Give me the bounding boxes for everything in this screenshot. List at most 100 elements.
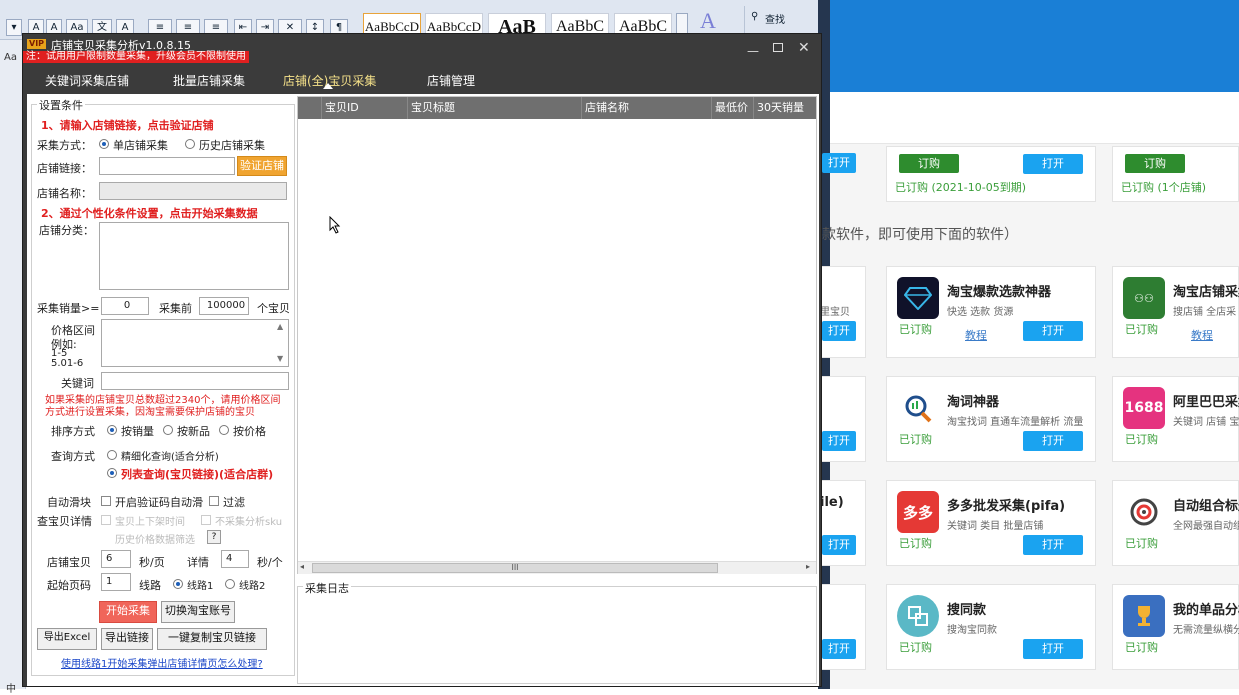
open-button[interactable]: 打开 [1023,431,1083,451]
store-card-taobao-explosive[interactable]: 淘宝爆款选款神器 快选 选款 货源 已订购 教程 打开 [886,266,1096,358]
open-button[interactable]: 打开 [1023,639,1083,659]
mode-single-radio[interactable] [99,139,109,149]
warning-line-2: 方式进行设置采集，因淘宝需要保护店铺的宝贝 [45,407,255,418]
store-card-partial-1: 里宝贝 打开 [818,266,866,358]
open-button[interactable]: 打开 [1023,154,1083,174]
store-header [830,92,1239,144]
switch-account-button[interactable]: 切换淘宝账号 [161,601,235,623]
price-range-input[interactable] [101,319,289,367]
shop-category-list[interactable] [99,222,289,290]
close-icon[interactable]: ✕ [798,40,810,56]
store-card-alibaba[interactable]: 1688 阿里巴巴采集 关键词 店铺 宝 已订购 [1112,376,1239,462]
change-styles-icon[interactable]: A [700,8,716,34]
scroll-down-icon[interactable]: ▼ [277,354,283,363]
tutorial-link[interactable]: 教程 [965,327,987,343]
help-link[interactable]: 使用线路1开始采集弹出店铺详情页怎么处理? [61,655,263,670]
order-button[interactable]: 订购 [1125,154,1185,173]
scroll-up-icon[interactable]: ▲ [277,322,283,331]
col-shop-name[interactable]: 店铺名称 [582,97,712,119]
owned-status: 已订购 [1125,323,1158,336]
store-card-ordered-1: 订购 打开 已订购 (2021-10-05到期) [886,146,1096,202]
col-item-title[interactable]: 宝贝标题 [408,97,582,119]
store-card-auto-title[interactable]: 自动组合标题 全网最强自动组 已订购 [1112,480,1239,566]
horizontal-scrollbar[interactable]: ◂ III ▸ [298,561,816,574]
mode-single-label: 单店铺采集 [113,139,168,152]
auto-captcha-checkbox[interactable] [101,496,111,506]
open-button-partial[interactable]: 打开 [822,153,856,173]
detail-interval-input[interactable]: 4 [221,550,249,568]
title-bar[interactable]: VIP 店铺宝贝采集分析v1.0.8.15 注：试用用户限制数量采集，升级会员不… [23,34,821,68]
tab-shop-manage[interactable]: 店铺管理 [427,72,475,89]
tab-batch-collect[interactable]: 批量店铺采集 [173,72,245,89]
shop-interval-label: 店铺宝贝 [47,556,91,569]
card-title: 淘词神器 [947,395,1000,410]
open-button[interactable]: 打开 [1023,535,1083,555]
copy-links-button[interactable]: 一键复制宝贝链接 [157,628,267,650]
mode-history-label: 历史店铺采集 [199,139,265,152]
sort-new-radio[interactable] [163,425,173,435]
shop-interval-input[interactable]: 6 [101,550,131,568]
verify-shop-button[interactable]: 验证店铺 [237,156,287,176]
col-30day-sales[interactable]: 30天销量 [754,97,816,119]
dropdown-arrow-icon[interactable]: ▾ [6,19,22,36]
shop-link-input[interactable] [99,157,235,175]
store-card-ordered-2: 订购 已订购 (1个店铺) [1112,146,1239,202]
scroll-left-icon[interactable]: ◂ [300,562,304,571]
open-button[interactable]: 打开 [822,639,856,659]
order-button[interactable]: 订购 [899,154,959,173]
tab-keyword-collect[interactable]: 关键词采集店铺 [45,72,129,89]
line2-label: 线路2 [239,581,266,592]
maximize-icon[interactable] [773,43,783,52]
keyword-input[interactable] [101,372,289,390]
vip-badge: VIP [27,39,47,49]
filter-checkbox[interactable] [209,496,219,506]
word-status-lang: 中 [6,684,16,695]
export-link-button[interactable]: 导出链接 [101,628,153,650]
store-card-item-analysis[interactable]: 我的单品分析 无需流量纵横分 已订购 [1112,584,1239,670]
shelf-time-checkbox[interactable] [101,515,111,525]
find-button[interactable]: 查找 [765,11,785,26]
card-sub: 无需流量纵横分 [1173,625,1239,636]
trophy-icon [1123,595,1165,637]
sort-sales-radio[interactable] [107,425,117,435]
start-page-input[interactable]: 1 [101,573,131,591]
line1-label: 线路1 [187,581,214,592]
start-collect-button[interactable]: 开始采集 [99,601,157,623]
duoduo-icon: 多多 [897,491,939,533]
store-card-duoduo[interactable]: 多多 多多批发采集(pifa) 关键词 类目 批量店铺 已订购 打开 [886,480,1096,566]
sort-price-radio[interactable] [219,425,229,435]
detail-interval-unit: 秒/个 [257,556,283,569]
top-unit: 个宝贝 [257,302,290,315]
export-excel-button[interactable]: 导出Excel [37,628,97,650]
card-title: 自动组合标题 [1173,499,1239,514]
line1-radio[interactable] [173,579,183,589]
tutorial-link[interactable]: 教程 [1191,327,1213,343]
scroll-thumb[interactable]: III [312,563,718,573]
find-icon[interactable]: ⚲ [751,11,758,22]
col-min-price[interactable]: 最低价 [712,97,754,119]
store-card-taoci[interactable]: 淘词神器 淘宝找词 直通车流量解析 流量 已订购 打开 [886,376,1096,462]
history-help-button[interactable]: ? [207,530,221,544]
min-sales-input[interactable]: 0 [101,297,149,315]
card-title: 多多批发采集(pifa) [947,499,1066,514]
open-button[interactable]: 打开 [822,321,856,341]
minimize-icon[interactable]: — [747,44,759,58]
skip-sku-checkbox[interactable] [201,515,211,525]
desktop-background [830,0,1239,92]
auto-slider-label: 自动滑块 [47,496,91,509]
query-list-radio[interactable] [107,468,117,478]
sort-label: 排序方式 [51,425,95,438]
open-button[interactable]: 打开 [822,535,856,555]
mode-history-radio[interactable] [185,139,195,149]
open-button[interactable]: 打开 [1023,321,1083,341]
store-card-same-item[interactable]: 搜同款 搜淘宝同款 已订购 打开 [886,584,1096,670]
col-item-id[interactable]: 宝贝ID [322,97,408,119]
scroll-right-icon[interactable]: ▸ [806,562,810,571]
open-button[interactable]: 打开 [822,431,856,451]
line2-radio[interactable] [225,579,235,589]
card-title: 搜同款 [947,603,987,618]
collector-window: VIP 店铺宝贝采集分析v1.0.8.15 注：试用用户限制数量采集，升级会员不… [22,33,822,687]
store-card-shop-collect[interactable]: ⚇⚇ 淘宝店铺采集 搜店铺 全店采 已订购 教程 [1112,266,1239,358]
query-detail-radio[interactable] [107,450,117,460]
top-count-input[interactable]: 100000 [199,297,249,315]
